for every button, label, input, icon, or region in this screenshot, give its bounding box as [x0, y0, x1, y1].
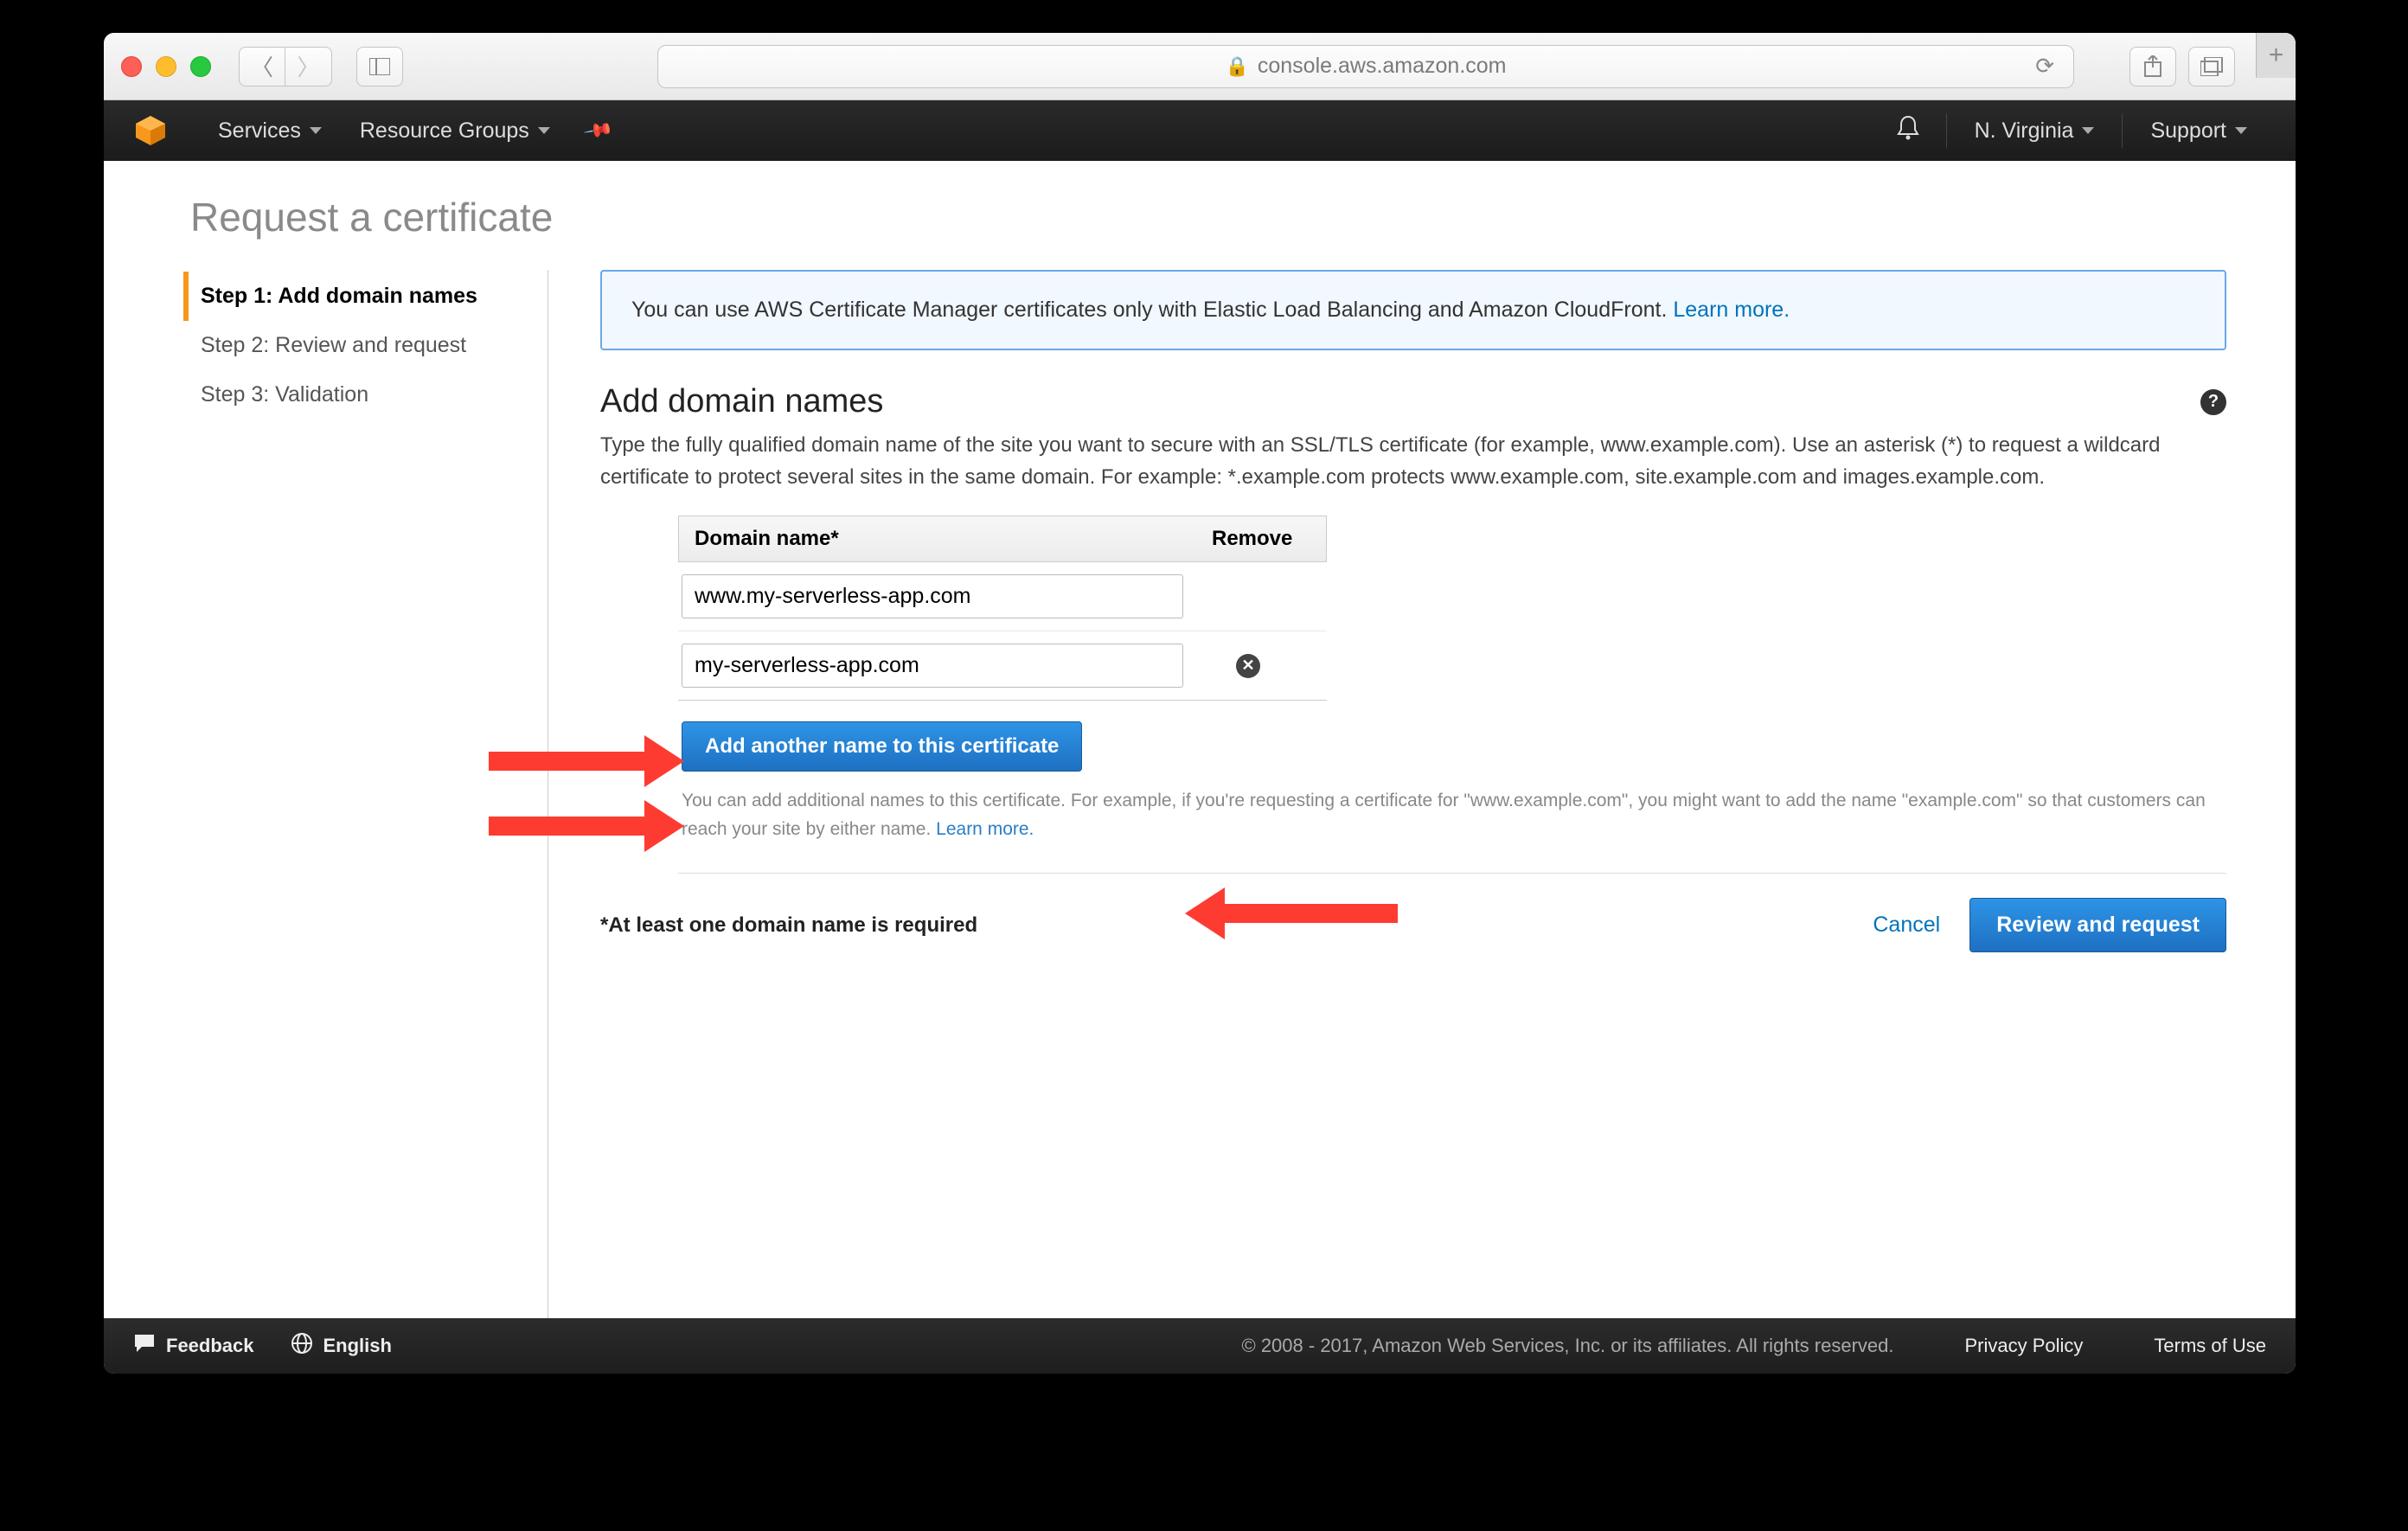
- review-request-button[interactable]: Review and request: [1969, 898, 2226, 952]
- table-header: Domain name* Remove: [678, 516, 1327, 562]
- help-icon[interactable]: ?: [2200, 389, 2226, 415]
- step-3[interactable]: Step 3: Validation: [183, 370, 548, 420]
- section-heading: Add domain names: [600, 383, 883, 420]
- address-bar[interactable]: 🔒 console.aws.amazon.com ⟳: [657, 45, 2074, 88]
- close-window-icon[interactable]: [121, 56, 142, 77]
- info-banner-text: You can use AWS Certificate Manager cert…: [631, 298, 1673, 322]
- info-banner-link[interactable]: Learn more.: [1673, 298, 1790, 322]
- page-body: Request a certificate Step 1: Add domain…: [104, 161, 2296, 1318]
- terms-link[interactable]: Terms of Use: [2154, 1335, 2266, 1357]
- nav-services-label: Services: [218, 119, 301, 144]
- nav-support[interactable]: Support: [2131, 100, 2266, 161]
- chevron-down-icon: [538, 127, 550, 134]
- new-tab-button[interactable]: +: [2256, 33, 2296, 78]
- sidebar-toggle-button[interactable]: [356, 47, 403, 86]
- domain-input-1[interactable]: [682, 574, 1183, 618]
- wizard-content: You can use AWS Certificate Manager cert…: [548, 270, 2226, 1318]
- form-footer: *At least one domain name is required Ca…: [600, 894, 2226, 952]
- browser-window: 〈 〉 🔒 console.aws.amazon.com ⟳ + Service…: [104, 33, 2296, 1374]
- speech-bubble-icon: [133, 1333, 156, 1359]
- aws-footer: Feedback English © 2008 - 2017, Amazon W…: [104, 1318, 2296, 1374]
- table-row: ✕: [678, 631, 1327, 701]
- copyright-text: © 2008 - 2017, Amazon Web Services, Inc.…: [1242, 1335, 1894, 1357]
- reload-icon[interactable]: ⟳: [2035, 53, 2054, 80]
- globe-icon: [291, 1332, 313, 1360]
- remove-domain-icon[interactable]: ✕: [1236, 654, 1260, 678]
- tabs-button[interactable]: [2188, 47, 2235, 86]
- col-remove: Remove: [1196, 516, 1326, 561]
- nav-region-label: N. Virginia: [1975, 119, 2074, 144]
- step-1[interactable]: Step 1: Add domain names: [183, 272, 548, 321]
- hint-link[interactable]: Learn more.: [936, 819, 1034, 839]
- add-domain-hint: You can add additional names to this cer…: [682, 787, 2226, 843]
- required-note: *At least one domain name is required: [600, 913, 977, 938]
- nav-back-forward: 〈 〉: [239, 47, 332, 86]
- window-controls: [121, 56, 211, 77]
- chevron-down-icon: [2235, 127, 2247, 134]
- domain-input-2[interactable]: [682, 644, 1183, 688]
- table-row: [678, 562, 1327, 631]
- separator: [1946, 113, 1947, 148]
- language-label: English: [323, 1335, 392, 1357]
- forward-button[interactable]: 〉: [285, 47, 332, 86]
- wizard-steps: Step 1: Add domain names Step 2: Review …: [168, 270, 548, 1318]
- pin-icon[interactable]: 📌: [567, 105, 628, 157]
- feedback-button[interactable]: Feedback: [133, 1333, 254, 1359]
- share-button[interactable]: [2129, 47, 2176, 86]
- chevron-down-icon: [310, 127, 322, 134]
- domain-table: Domain name* Remove ✕: [678, 516, 1327, 701]
- info-banner: You can use AWS Certificate Manager cert…: [600, 270, 2226, 350]
- privacy-link[interactable]: Privacy Policy: [1964, 1335, 2083, 1357]
- cancel-button[interactable]: Cancel: [1873, 913, 1940, 938]
- zoom-window-icon[interactable]: [190, 56, 211, 77]
- nav-services[interactable]: Services: [199, 100, 341, 161]
- add-domain-button[interactable]: Add another name to this certificate: [682, 721, 1082, 772]
- nav-resource-groups[interactable]: Resource Groups: [341, 100, 569, 161]
- separator: [2122, 113, 2123, 148]
- aws-logo-icon[interactable]: [133, 113, 168, 148]
- minimize-window-icon[interactable]: [156, 56, 176, 77]
- feedback-label: Feedback: [166, 1335, 254, 1357]
- language-button[interactable]: English: [291, 1332, 392, 1360]
- page-title: Request a certificate: [104, 161, 2296, 270]
- url-host: console.aws.amazon.com: [1258, 54, 1507, 79]
- browser-toolbar: 〈 〉 🔒 console.aws.amazon.com ⟳ +: [104, 33, 2296, 100]
- aws-top-nav: Services Resource Groups 📌 N. Virginia S…: [104, 100, 2296, 161]
- notifications-icon[interactable]: [1879, 114, 1937, 147]
- hint-text: You can add additional names to this cer…: [682, 791, 2206, 839]
- col-domain-name: Domain name*: [679, 516, 1196, 561]
- back-button[interactable]: 〈: [239, 47, 285, 86]
- lock-icon: 🔒: [1225, 55, 1248, 78]
- chevron-down-icon: [2082, 127, 2094, 134]
- nav-support-label: Support: [2150, 119, 2226, 144]
- section-description: Type the fully qualified domain name of …: [600, 429, 2226, 493]
- nav-resource-groups-label: Resource Groups: [360, 119, 529, 144]
- nav-region[interactable]: N. Virginia: [1956, 100, 2114, 161]
- step-2[interactable]: Step 2: Review and request: [183, 321, 548, 370]
